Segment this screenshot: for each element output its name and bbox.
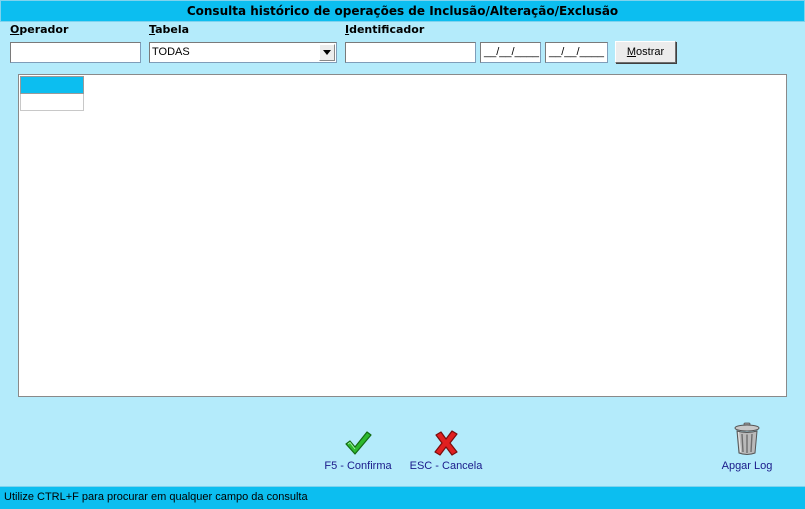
cancel-label: ESC - Cancela bbox=[409, 460, 483, 472]
tabela-selected-value: TODAS bbox=[152, 46, 190, 58]
x-icon bbox=[433, 422, 459, 456]
trash-can-icon bbox=[733, 422, 761, 456]
clear-log-button[interactable]: Apgar Log bbox=[718, 422, 776, 472]
operador-input[interactable] bbox=[10, 42, 141, 63]
operador-label-rest: perador bbox=[19, 23, 69, 36]
tabela-label: Tabela bbox=[149, 23, 189, 36]
grid-selected-cell[interactable] bbox=[20, 76, 84, 94]
chevron-down-icon[interactable] bbox=[319, 44, 335, 61]
mostrar-hotkey: M bbox=[626, 46, 637, 58]
confirm-label: F5 - Confirma bbox=[324, 460, 392, 472]
results-grid[interactable] bbox=[18, 74, 787, 397]
clear-log-label: Apgar Log bbox=[721, 460, 773, 472]
confirm-button[interactable]: F5 - Confirma bbox=[322, 422, 394, 472]
operador-label-hotkey: O bbox=[10, 23, 20, 36]
window-title: Consulta histórico de operações de Inclu… bbox=[0, 0, 805, 22]
identificador-label-rest: dentificador bbox=[349, 23, 425, 36]
mostrar-label-rest: ostrar bbox=[636, 46, 665, 58]
grid-cell[interactable] bbox=[20, 94, 84, 111]
operador-label: Operador bbox=[10, 23, 68, 36]
cancel-button[interactable]: ESC - Cancela bbox=[409, 422, 483, 472]
date-from-input[interactable]: __/__/____ bbox=[480, 42, 541, 63]
tabela-select[interactable]: TODAS bbox=[149, 42, 337, 63]
tabela-label-rest: abela bbox=[155, 23, 190, 36]
date-to-input[interactable]: __/__/____ bbox=[545, 42, 608, 63]
identificador-label: Identificador bbox=[345, 23, 424, 36]
status-bar: Utilize CTRL+F para procurar em qualquer… bbox=[0, 486, 805, 509]
checkmark-icon bbox=[344, 422, 372, 456]
identificador-input[interactable] bbox=[345, 42, 476, 63]
mostrar-button[interactable]: Mostrar bbox=[615, 41, 676, 63]
